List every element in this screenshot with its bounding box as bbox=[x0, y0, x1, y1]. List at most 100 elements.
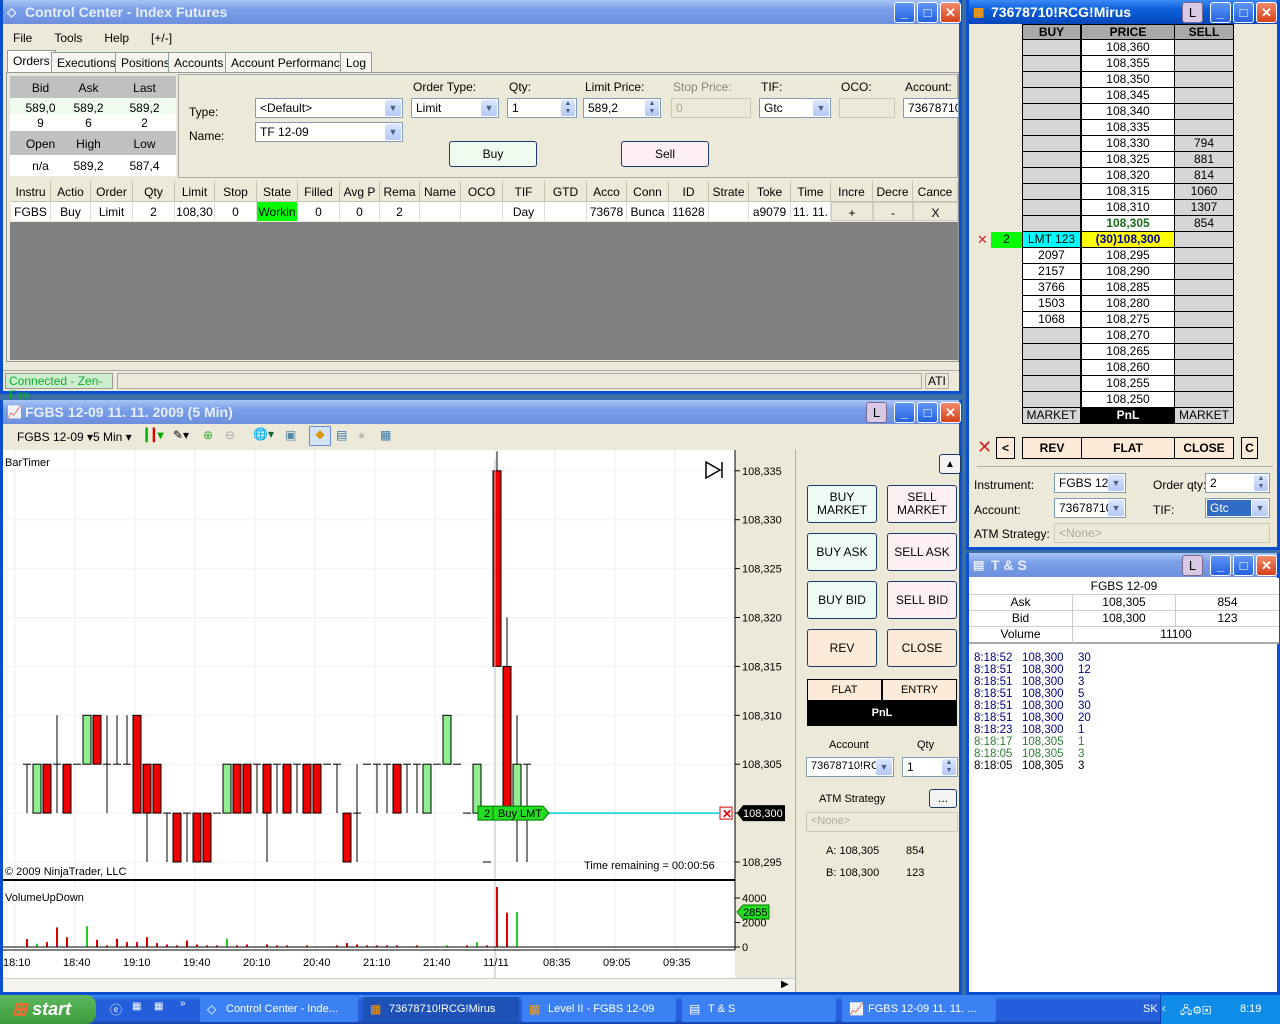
link-button[interactable]: L bbox=[1182, 555, 1203, 576]
ladder-buy-cell[interactable] bbox=[1022, 56, 1081, 72]
account-select[interactable]: 73678710 ▼ bbox=[1054, 498, 1126, 518]
column-header[interactable]: Cance bbox=[913, 181, 958, 202]
taskbar-item-ts[interactable]: ▤ T & S bbox=[682, 997, 836, 1022]
tif-select[interactable]: Gtc ▼ bbox=[759, 98, 831, 118]
column-header[interactable]: ID bbox=[669, 181, 709, 202]
column-header[interactable]: Qty bbox=[133, 181, 175, 202]
ladder-sell-cell[interactable] bbox=[1174, 104, 1234, 120]
buy-bid-button[interactable]: BUY BID bbox=[807, 581, 877, 619]
minimize-button[interactable]: _ bbox=[1210, 555, 1231, 576]
ladder-sell-cell[interactable]: 881 bbox=[1174, 152, 1234, 168]
dom-reverse-button[interactable]: REV bbox=[1022, 437, 1082, 459]
ladder-buy-cell[interactable]: 2097 bbox=[1022, 248, 1081, 264]
qty-stepper[interactable]: 1 ▲ ▼ bbox=[507, 98, 577, 118]
ladder-price-cell[interactable]: 108,250 bbox=[1081, 392, 1175, 408]
ladder-sell-cell[interactable] bbox=[1174, 392, 1234, 408]
account-input[interactable]: 73678710! bbox=[903, 98, 959, 118]
type-select[interactable]: <Default> ▼ bbox=[255, 98, 403, 118]
order-qty-stepper[interactable]: 2 ▲ ▼ bbox=[1205, 473, 1270, 493]
ladder-sell-cell[interactable] bbox=[1174, 232, 1234, 248]
draw-pencil-icon[interactable]: ✎▾ bbox=[173, 428, 189, 442]
ladder-sell-cell[interactable]: 794 bbox=[1174, 136, 1234, 152]
ladder-price-cell[interactable]: 108,310 bbox=[1081, 200, 1175, 216]
tab-orders[interactable]: Orders bbox=[7, 50, 56, 73]
oco-input[interactable] bbox=[839, 98, 895, 118]
ladder-buy-cell[interactable] bbox=[1022, 136, 1081, 152]
data-box-icon[interactable]: ▦ bbox=[380, 428, 391, 442]
minimize-button[interactable]: _ bbox=[894, 2, 915, 23]
ladder-price-cell[interactable]: 108,260 bbox=[1081, 360, 1175, 376]
ladder-market-button[interactable]: MARKET bbox=[1022, 408, 1081, 424]
minimize-button[interactable]: _ bbox=[894, 402, 915, 423]
ladder-price-cell[interactable]: 108,265 bbox=[1081, 344, 1175, 360]
ladder-sell-cell[interactable]: 1307 bbox=[1174, 200, 1234, 216]
column-header[interactable]: GTD bbox=[545, 181, 587, 202]
ladder-sell-cell[interactable] bbox=[1174, 264, 1234, 280]
network-tray-icon[interactable]: 🖧⚙▣ bbox=[1180, 1002, 1211, 1021]
spinner-icon[interactable]: ▲ ▼ bbox=[645, 100, 659, 116]
name-select[interactable]: TF 12-09 ▼ bbox=[255, 122, 403, 142]
ladder-buy-cell[interactable] bbox=[1022, 376, 1081, 392]
ladder-price-cell[interactable]: 108,345 bbox=[1081, 88, 1175, 104]
menu-help[interactable]: Help bbox=[104, 31, 129, 45]
sell-button[interactable]: Sell bbox=[621, 141, 709, 167]
ladder-sell-cell[interactable] bbox=[1174, 248, 1234, 264]
column-header[interactable]: TIF bbox=[503, 181, 545, 202]
ladder-buy-cell[interactable] bbox=[1022, 200, 1081, 216]
properties-icon[interactable]: ▣ bbox=[285, 428, 296, 442]
menu-expand[interactable]: [+/-] bbox=[151, 31, 172, 45]
ladder-price-cell[interactable]: 108,270 bbox=[1081, 328, 1175, 344]
limit-price-stepper[interactable]: 589,2 ▲ ▼ bbox=[583, 98, 661, 118]
maximize-button[interactable]: □ bbox=[1233, 2, 1254, 23]
ladder-price-cell[interactable]: 108,330 bbox=[1081, 136, 1175, 152]
ladder-sell-cell[interactable] bbox=[1174, 88, 1234, 104]
ladder-price-cell[interactable]: 108,320 bbox=[1081, 168, 1175, 184]
chart-titlebar[interactable]: 📈 FGBS 12-09 11. 11. 2009 (5 Min) bbox=[3, 400, 959, 424]
ladder-price-cell[interactable]: 108,290 bbox=[1081, 264, 1175, 280]
quicklaunch-app2-icon[interactable]: ▦ bbox=[154, 1001, 163, 1012]
order-action-button[interactable]: - bbox=[873, 202, 913, 221]
maximize-button[interactable]: □ bbox=[1233, 555, 1254, 576]
ladder-buy-cell[interactable] bbox=[1022, 152, 1081, 168]
ladder-price-cell[interactable]: 108,340 bbox=[1081, 104, 1175, 120]
link-button[interactable]: L bbox=[1182, 2, 1203, 23]
column-header[interactable]: Rema bbox=[380, 181, 420, 202]
scroll-right-icon[interactable]: ▶ bbox=[781, 979, 789, 990]
column-header[interactable]: OCO bbox=[461, 181, 503, 202]
buy-market-button[interactable]: BUY MARKET bbox=[807, 485, 877, 523]
ladder-price-cell[interactable]: 108,305 bbox=[1081, 216, 1175, 232]
spinner-icon[interactable]: ▲ ▼ bbox=[561, 100, 575, 116]
ladder-buy-cell[interactable] bbox=[1022, 104, 1081, 120]
column-header[interactable]: Order bbox=[91, 181, 133, 202]
ladder-price-cell[interactable]: 108,295 bbox=[1081, 248, 1175, 264]
ladder-buy-cell[interactable] bbox=[1022, 40, 1081, 56]
sell-market-button[interactable]: SELL MARKET bbox=[887, 485, 957, 523]
tray-expand-icon[interactable]: ‹ bbox=[1162, 1001, 1166, 1015]
instrument-selector[interactable]: FGBS 12-09 ▾ bbox=[17, 430, 93, 444]
column-header[interactable]: Stop bbox=[215, 181, 257, 202]
ladder-price-cell[interactable]: 108,335 bbox=[1081, 120, 1175, 136]
start-button[interactable]: ⊞ start bbox=[0, 995, 96, 1024]
ladder-sell-cell[interactable] bbox=[1174, 376, 1234, 392]
ladder-buy-cell[interactable]: 1068 bbox=[1022, 312, 1081, 328]
sell-ask-button[interactable]: SELL ASK bbox=[887, 533, 957, 571]
ladder-buy-cell[interactable]: 2157 bbox=[1022, 264, 1081, 280]
ladder-sell-cell[interactable]: 814 bbox=[1174, 168, 1234, 184]
ladder-buy-cell[interactable] bbox=[1022, 360, 1081, 376]
tif-select[interactable]: Gtc ▼ bbox=[1205, 498, 1270, 518]
ladder-price-cell[interactable]: 108,360 bbox=[1081, 40, 1175, 56]
ladder-buy-cell[interactable] bbox=[1022, 184, 1081, 200]
close-position-button[interactable]: CLOSE bbox=[887, 629, 957, 667]
close-button[interactable]: ✕ bbox=[1256, 2, 1277, 23]
working-order-qty[interactable]: 2 bbox=[991, 232, 1022, 248]
ladder-buy-cell[interactable] bbox=[1022, 120, 1081, 136]
ladder-price-cell[interactable]: 108,275 bbox=[1081, 312, 1175, 328]
buy-ask-button[interactable]: BUY ASK bbox=[807, 533, 877, 571]
language-indicator[interactable]: SK bbox=[1143, 1003, 1158, 1015]
ladder-sell-cell[interactable]: 854 bbox=[1174, 216, 1234, 232]
taskbar-item-control-center[interactable]: ◇ Control Center - Inde... bbox=[200, 997, 358, 1022]
sell-bid-button[interactable]: SELL BID bbox=[887, 581, 957, 619]
column-header[interactable]: Avg P bbox=[340, 181, 380, 202]
tab-log[interactable]: Log bbox=[340, 52, 373, 72]
menu-tools[interactable]: Tools bbox=[54, 31, 82, 45]
